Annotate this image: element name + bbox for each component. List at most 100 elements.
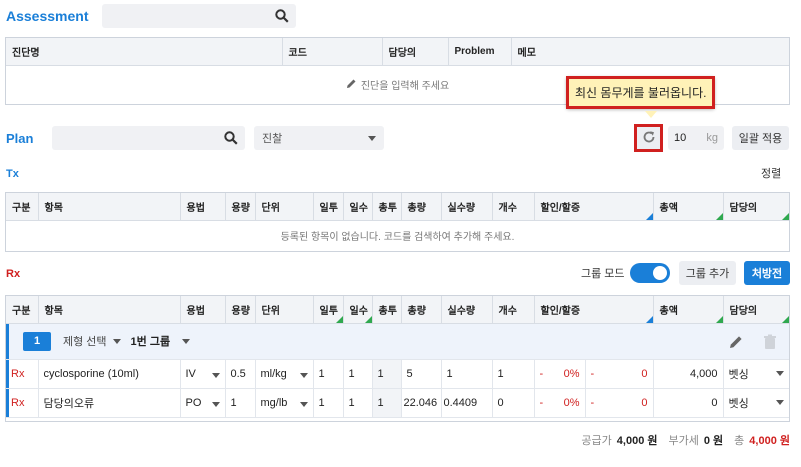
rx-table: 구분 항목 용법 용량 단위 일투 일수 총투 총량 실수량 개수 할인/할증 …	[5, 295, 790, 422]
plan-type-value: 진찰	[262, 133, 283, 145]
chevron-down-icon	[211, 402, 220, 407]
supply-label: 공급가	[581, 435, 612, 447]
dosage-form-value: 제형 선택	[63, 336, 107, 348]
rx-row[interactable]: Rx cyclosporine (10ml) IV 0.5 ml/kg 1 1 …	[6, 359, 789, 389]
rx-row-item[interactable]: cyclosporine (10ml)	[38, 359, 181, 389]
col-diagnosis: 진단명	[6, 38, 283, 66]
tx-col-actual-qty: 실수량	[441, 193, 493, 221]
tx-col-total-amount: 총량	[401, 193, 442, 221]
rx-row-doctor[interactable]: 벳싱	[723, 388, 789, 418]
rx-col-days: 일수	[343, 296, 373, 324]
assessment-empty-message: 진단을 입력해 주세요	[360, 81, 450, 92]
tx-col-dose: 용량	[225, 193, 256, 221]
assessment-title: Assessment	[6, 8, 89, 24]
trash-icon[interactable]	[763, 334, 777, 353]
chevron-down-icon	[368, 135, 376, 141]
rx-row-count[interactable]: 0	[492, 388, 535, 418]
rx-row-usage[interactable]: IV	[180, 359, 226, 389]
tx-col-item: 항목	[38, 193, 181, 221]
assessment-search-input[interactable]	[102, 4, 296, 28]
group-add-button[interactable]: 그룹 추가	[679, 261, 736, 285]
rx-col-total: 총액	[653, 296, 724, 324]
weight-input[interactable]: 10 kg	[668, 126, 724, 150]
weight-unit: kg	[706, 132, 718, 144]
rx-row-total: 4,000	[653, 359, 724, 389]
rx-col-daily: 일투	[313, 296, 344, 324]
rx-row-total-amount[interactable]: 22.046	[401, 388, 442, 418]
dosage-form-select[interactable]: 제형 선택	[63, 333, 121, 349]
price-summary: 공급가 4,000 원 부가세 0 원 총 4,000 원	[581, 432, 790, 448]
rx-row-dose[interactable]: 1	[225, 388, 256, 418]
rx-row-discount-pct[interactable]: -0%	[534, 359, 586, 389]
rx-row-days[interactable]: 1	[343, 359, 373, 389]
group-name-select[interactable]: 1번 그룹	[131, 333, 191, 349]
rx-row-count[interactable]: 1	[492, 359, 535, 389]
tx-col-total-doses: 총투	[372, 193, 402, 221]
rx-row-doctor[interactable]: 벳싱	[723, 359, 789, 389]
tx-table: 구분 항목 용법 용량 단위 일투 일수 총투 총량 실수량 개수 할인/할증 …	[5, 192, 790, 252]
chevron-down-icon	[182, 338, 191, 344]
chevron-down-icon	[112, 338, 121, 344]
rx-col-item: 항목	[38, 296, 181, 324]
plan-title: Plan	[6, 131, 34, 146]
rx-row-dose[interactable]: 0.5	[225, 359, 256, 389]
rx-row-daily[interactable]: 1	[313, 388, 344, 418]
rx-col-total-doses: 총투	[372, 296, 402, 324]
rx-col-type: 구분	[6, 296, 39, 324]
apply-all-button[interactable]: 일괄 적용	[732, 126, 789, 150]
rx-row-actual-qty[interactable]: 0.4409	[441, 388, 493, 418]
tx-col-usage: 용법	[180, 193, 226, 221]
rx-col-count: 개수	[492, 296, 535, 324]
rx-row-total-amount[interactable]: 5	[401, 359, 442, 389]
tooltip-text: 최신 몸무게를 불러옵니다.	[566, 76, 716, 109]
weight-value: 10	[674, 132, 687, 144]
chevron-down-icon	[776, 400, 784, 405]
rx-row-actual-qty[interactable]: 1	[441, 359, 493, 389]
vat-value: 0 원	[703, 435, 724, 447]
rx-row-daily[interactable]: 1	[313, 359, 344, 389]
rx-col-discount: 할인/할증	[534, 296, 654, 324]
tx-col-discount: 할인/할증	[534, 193, 654, 221]
rx-row-type: Rx	[11, 397, 25, 409]
rx-col-total-amount: 총량	[401, 296, 442, 324]
rx-row-discount-amt[interactable]: -0	[585, 388, 654, 418]
rx-row-discount-amt[interactable]: -0	[585, 359, 654, 389]
edit-icon[interactable]	[728, 334, 744, 353]
rx-row[interactable]: Rx 담당의오류 PO 1 mg/lb 1 1 1 22.046 0.4409 …	[6, 388, 789, 418]
total-value: 4,000 원	[749, 435, 790, 447]
prescription-button[interactable]: 처방전	[744, 261, 790, 285]
rx-row-usage[interactable]: PO	[180, 388, 226, 418]
tx-col-type: 구분	[6, 193, 39, 221]
plan-search-input[interactable]	[52, 126, 245, 150]
rx-row-unit[interactable]: ml/kg	[255, 359, 314, 389]
weight-tooltip: 최신 몸무게를 불러옵니다.	[566, 76, 716, 109]
rx-row-unit[interactable]: mg/lb	[255, 388, 314, 418]
group-name: 1번 그룹	[130, 336, 171, 348]
rx-group-header: 1 제형 선택 1번 그룹	[6, 323, 789, 360]
chevron-down-icon	[299, 402, 308, 407]
rx-row-total-doses: 1	[372, 388, 402, 418]
sort-button[interactable]: 정렬	[761, 165, 781, 181]
rx-row-item[interactable]: 담당의오류	[38, 388, 181, 418]
chevron-down-icon	[211, 372, 220, 378]
group-mode-toggle[interactable]	[630, 263, 670, 283]
group-number-badge: 1	[23, 331, 51, 351]
chevron-down-icon	[299, 372, 308, 378]
rx-row-days[interactable]: 1	[343, 388, 373, 418]
rx-row-discount-pct[interactable]: -0%	[534, 388, 586, 418]
rx-col-doctor: 담당의	[723, 296, 789, 324]
rx-row-total: 0	[653, 388, 724, 418]
tx-col-daily: 일투	[313, 193, 344, 221]
refresh-icon	[642, 130, 656, 147]
tx-col-doctor: 담당의	[723, 193, 789, 221]
rx-col-unit: 단위	[255, 296, 314, 324]
col-problem: Problem	[448, 38, 512, 66]
plan-type-select[interactable]: 진찰	[254, 126, 384, 150]
tx-col-days: 일수	[343, 193, 373, 221]
tx-col-unit: 단위	[255, 193, 314, 221]
rx-col-usage: 용법	[180, 296, 226, 324]
tx-empty-message: 등록된 항목이 없습니다. 코드를 검색하여 추가해 주세요.	[280, 232, 515, 243]
rx-col-dose: 용량	[225, 296, 256, 324]
refresh-weight-button[interactable]	[634, 124, 663, 152]
pencil-icon	[346, 78, 357, 92]
